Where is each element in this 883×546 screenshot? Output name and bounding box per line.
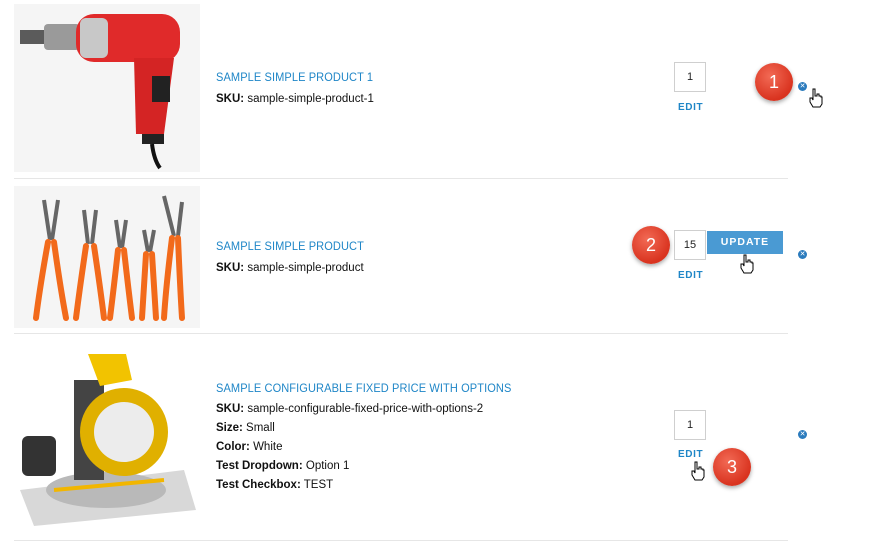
sku-value: sample-simple-product (247, 262, 364, 274)
annotation-badge: 2 (632, 226, 670, 264)
hand-cursor-icon (740, 254, 754, 274)
row-divider (14, 178, 788, 179)
sku-value: sample-simple-product-1 (247, 93, 374, 105)
row-divider (14, 540, 788, 541)
option-label: Color: (216, 441, 250, 453)
option-value: Option 1 (305, 460, 350, 472)
option-label: Size: (216, 422, 243, 434)
option-color: Color: White (216, 441, 282, 453)
annotation-badge: 3 (713, 448, 751, 486)
quantity-input[interactable] (674, 230, 706, 260)
sku-value: sample-configurable-fixed-price-with-opt… (247, 403, 484, 415)
annotation-badge: 1 (755, 63, 793, 101)
product-name-link[interactable]: SAMPLE CONFIGURABLE FIXED PRICE WITH OPT… (216, 381, 511, 395)
cart-item-row: SAMPLE SIMPLE PRODUCT 1 SKU: sample-simp… (14, 0, 807, 176)
product-image-drill[interactable] (14, 4, 200, 172)
edit-link[interactable]: EDIT (678, 270, 703, 281)
pliers-image (14, 186, 200, 328)
option-label: Test Dropdown: (216, 460, 303, 472)
drill-image (14, 4, 200, 172)
sku-label: SKU: (216, 262, 245, 274)
hand-cursor-icon (691, 461, 705, 481)
remove-icon[interactable]: ✕ (798, 430, 807, 439)
product-name-link[interactable]: SAMPLE SIMPLE PRODUCT (216, 239, 364, 253)
option-value: Small (246, 422, 275, 434)
sku-label: SKU: (216, 93, 245, 105)
quantity-input[interactable] (674, 410, 706, 440)
edit-link[interactable]: EDIT (678, 102, 703, 113)
option-test-dropdown: Test Dropdown: Option 1 (216, 460, 349, 472)
quantity-input[interactable] (674, 62, 706, 92)
option-value: White (253, 441, 283, 453)
hand-cursor-icon (809, 88, 823, 108)
remove-icon[interactable]: ✕ (798, 82, 807, 91)
product-sku: SKU: sample-simple-product (216, 262, 364, 274)
option-size: Size: Small (216, 422, 275, 434)
product-image-miter-saw[interactable] (14, 340, 200, 530)
row-divider (14, 333, 788, 334)
product-name-link[interactable]: SAMPLE SIMPLE PRODUCT 1 (216, 70, 373, 84)
product-sku: SKU: sample-configurable-fixed-price-wit… (216, 403, 483, 415)
product-image-pliers[interactable] (14, 186, 200, 328)
cart-item-row: SAMPLE SIMPLE PRODUCT SKU: sample-simple… (14, 180, 807, 332)
option-test-checkbox: Test Checkbox: TEST (216, 479, 333, 491)
cart-item-row: SAMPLE CONFIGURABLE FIXED PRICE WITH OPT… (14, 336, 807, 536)
option-value: TEST (303, 479, 334, 491)
product-sku: SKU: sample-simple-product-1 (216, 93, 374, 105)
sku-label: SKU: (216, 403, 245, 415)
option-label: Test Checkbox: (216, 479, 301, 491)
update-button[interactable]: UPDATE (707, 231, 783, 254)
miter-saw-image (14, 340, 200, 530)
edit-link[interactable]: EDIT (678, 449, 703, 460)
remove-icon[interactable]: ✕ (798, 250, 807, 259)
